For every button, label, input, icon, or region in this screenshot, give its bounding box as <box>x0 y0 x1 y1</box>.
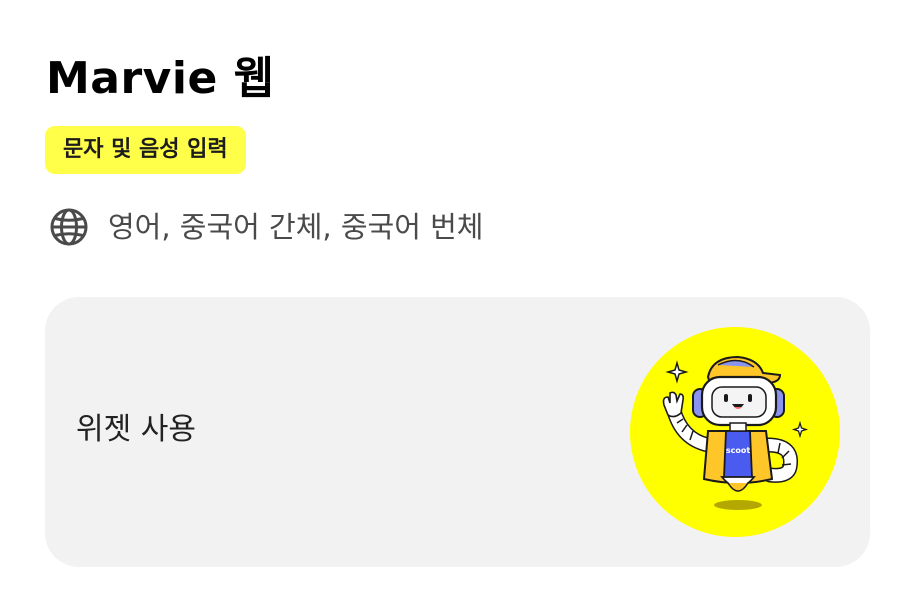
page-title: Marvie 웹 <box>46 53 275 104</box>
input-mode-badge: 문자 및 음성 입력 <box>45 126 246 174</box>
languages-text: 영어, 중국어 간체, 중국어 번체 <box>108 210 484 244</box>
globe-icon <box>50 208 88 246</box>
mascot-illustration: scoot <box>630 327 840 537</box>
use-widget-card[interactable]: 위젯 사용 scoot <box>45 297 870 567</box>
supported-languages: 영어, 중국어 간체, 중국어 번체 <box>48 203 483 251</box>
shirt-logo-text: scoot <box>726 446 750 455</box>
widget-card-label: 위젯 사용 <box>76 412 196 447</box>
